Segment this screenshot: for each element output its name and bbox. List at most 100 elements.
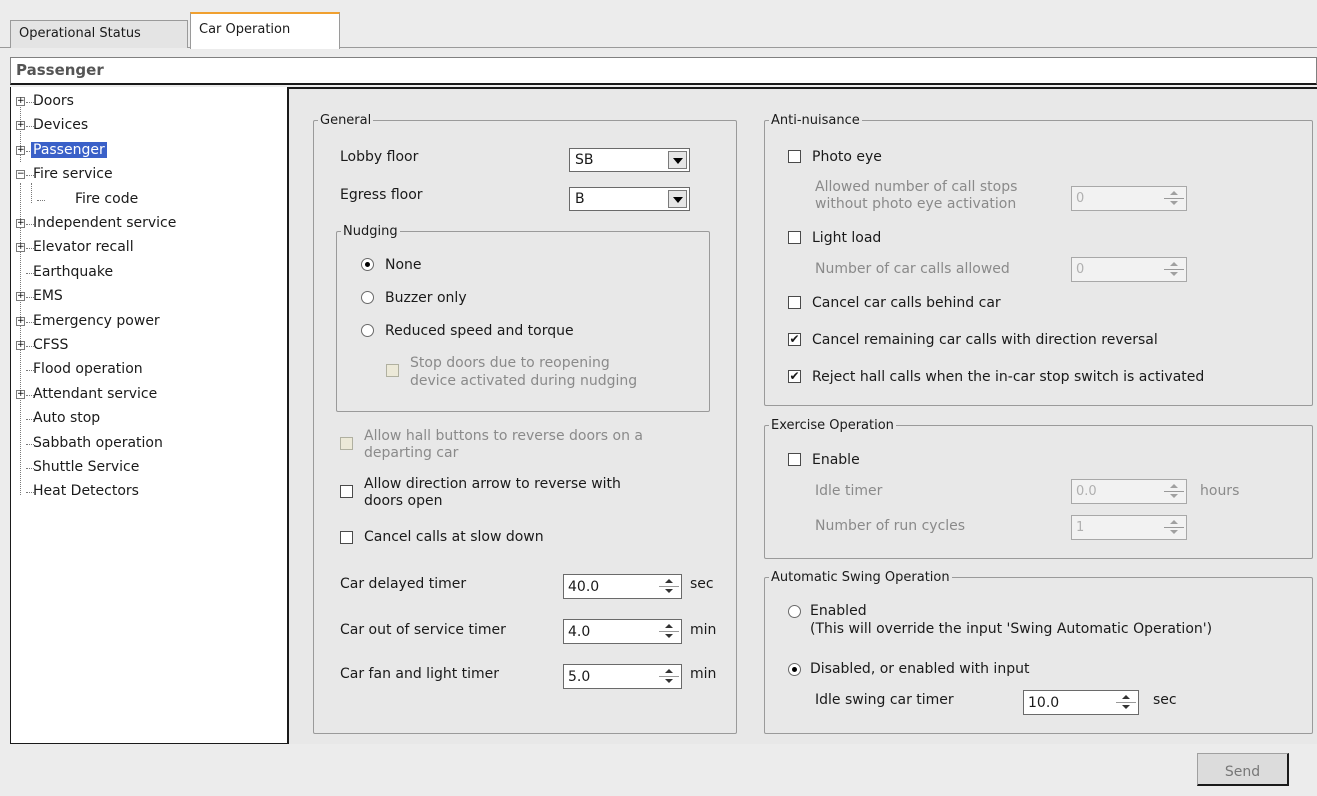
tab-car-operation[interactable]: Car Operation [190, 12, 340, 49]
spin-up-icon[interactable] [659, 622, 679, 631]
spin-up-icon[interactable] [659, 667, 679, 676]
spin-up-icon[interactable] [1164, 518, 1184, 527]
run-cycles-label: Number of run cycles [815, 518, 966, 534]
photo-eye-checkbox[interactable] [788, 150, 801, 163]
cancel-calls-slow-down-label: Cancel calls at slow down [364, 529, 544, 545]
run-cycles-input[interactable]: 1 [1071, 515, 1187, 540]
light-load-checkbox[interactable] [788, 231, 801, 244]
spin-up-icon[interactable] [1116, 693, 1136, 702]
spin-down-icon[interactable] [659, 632, 679, 641]
spin-down-icon[interactable] [1164, 199, 1184, 208]
egress-floor-select[interactable]: B [569, 187, 690, 211]
spin-down-icon[interactable] [1164, 270, 1184, 279]
swing-enabled-label[interactable]: Enabled [810, 603, 867, 619]
send-button[interactable]: Send [1197, 753, 1289, 786]
cancel-behind-checkbox[interactable] [788, 296, 801, 309]
egress-floor-label: Egress floor [340, 187, 423, 203]
spin-up-icon[interactable] [1164, 189, 1184, 198]
spin-up-icon[interactable] [659, 577, 679, 586]
car-out-of-service-timer-input[interactable]: 4.0 [563, 619, 682, 644]
idle-swing-timer-input[interactable]: 10.0 [1023, 690, 1139, 715]
egress-floor-value: B [575, 191, 585, 207]
cancel-calls-slow-down-checkbox[interactable] [340, 531, 353, 544]
car-delayed-timer-unit: sec [690, 576, 714, 592]
collapse-icon[interactable]: − [16, 170, 25, 180]
tree-item-label: Sabbath operation [33, 434, 163, 451]
expand-icon[interactable]: + [16, 292, 25, 302]
spin-down-icon[interactable] [1164, 492, 1184, 501]
tree-item-label: Heat Detectors [33, 483, 139, 500]
chevron-down-icon[interactable] [668, 151, 687, 169]
nudging-reduced-label[interactable]: Reduced speed and torque [385, 323, 574, 339]
expand-icon[interactable]: + [16, 389, 25, 399]
idle-timer-value: 0.0 [1076, 484, 1097, 499]
nudging-buzzer-radio[interactable] [361, 291, 374, 304]
run-cycles-value: 1 [1076, 520, 1085, 535]
tab-operational-status[interactable]: Operational Status [10, 20, 188, 48]
tree-item-label: Shuttle Service [33, 459, 140, 475]
spin-down-icon[interactable] [659, 677, 679, 686]
allow-direction-arrow-checkbox[interactable] [340, 485, 353, 498]
exercise-enable-checkbox[interactable] [788, 453, 801, 466]
stop-doors-checkbox[interactable] [386, 364, 399, 377]
spin-down-icon[interactable] [1116, 703, 1136, 712]
light-load-label: Light load [812, 230, 882, 246]
automatic-swing-legend: Automatic Swing Operation [771, 570, 950, 585]
idle-timer-input[interactable]: 0.0 [1071, 479, 1187, 504]
navigation-tree: + Doors + Devices + Passenger − Fire service Fir… [10, 87, 288, 744]
tree-item-label: Emergency power [33, 312, 160, 329]
allowed-stops-label-line1: Allowed number of call stops [815, 179, 1018, 195]
spin-down-icon[interactable] [1164, 528, 1184, 537]
nudging-buzzer-label[interactable]: Buzzer only [385, 290, 467, 306]
tree-item-label: Attendant service [33, 385, 158, 402]
spin-down-icon[interactable] [659, 587, 679, 596]
reject-hall-checkbox[interactable]: ✔ [788, 370, 801, 383]
allow-hall-buttons-line1: Allow hall buttons to reverse doors on a [364, 428, 643, 444]
car-calls-allowed-input[interactable]: 0 [1071, 257, 1187, 282]
page-title: Passenger [10, 57, 1317, 85]
swing-disabled-radio[interactable] [788, 663, 801, 676]
chevron-down-icon[interactable] [668, 190, 687, 208]
exercise-enable-label: Enable [812, 452, 860, 468]
car-delayed-timer-label: Car delayed timer [340, 576, 467, 592]
tree-connector [31, 183, 32, 203]
car-fan-light-timer-label: Car fan and light timer [340, 666, 500, 682]
nudging-none-label[interactable]: None [385, 257, 422, 273]
nudging-none-radio[interactable] [361, 258, 374, 271]
expand-icon[interactable]: + [16, 219, 25, 228]
car-out-of-service-timer-value: 4.0 [568, 624, 591, 640]
general-legend: General [320, 113, 372, 128]
spin-up-icon[interactable] [1164, 482, 1184, 491]
car-delayed-timer-input[interactable]: 40.0 [563, 574, 682, 599]
idle-swing-timer-value: 10.0 [1028, 695, 1060, 711]
car-fan-light-timer-input[interactable]: 5.0 [563, 664, 682, 689]
expand-icon[interactable]: + [16, 316, 25, 326]
car-calls-allowed-label: Number of car calls allowed [815, 261, 1010, 277]
expand-icon[interactable]: + [16, 341, 25, 350]
car-calls-allowed-value: 0 [1076, 262, 1085, 277]
car-delayed-timer-value: 40.0 [568, 579, 600, 595]
tree-item-label: Earthquake [33, 263, 114, 280]
idle-timer-label: Idle timer [815, 483, 883, 499]
tree-item-label: Independent service [33, 215, 177, 231]
tree-item-label: Doors [33, 93, 74, 109]
expand-icon[interactable]: + [16, 145, 25, 155]
swing-enabled-note: (This will override the input 'Swing Aut… [810, 621, 1213, 637]
photo-eye-label: Photo eye [812, 149, 882, 165]
swing-enabled-radio[interactable] [788, 605, 801, 618]
allow-hall-buttons-checkbox[interactable] [340, 437, 353, 450]
cancel-remaining-checkbox[interactable]: ✔ [788, 333, 801, 346]
tree-item-label: CFSS [33, 337, 69, 353]
swing-disabled-label[interactable]: Disabled, or enabled with input [810, 661, 1029, 677]
tree-item-label: Fire service [33, 166, 113, 183]
expand-icon[interactable]: + [16, 243, 25, 253]
allowed-stops-input[interactable]: 0 [1071, 186, 1187, 211]
idle-swing-timer-unit: sec [1153, 692, 1177, 708]
expand-icon[interactable]: + [16, 121, 25, 131]
allow-direction-arrow-line2: doors open [364, 493, 443, 509]
expand-icon[interactable]: + [16, 97, 25, 106]
spin-up-icon[interactable] [1164, 260, 1184, 269]
nudging-reduced-radio[interactable] [361, 324, 374, 337]
lobby-floor-select[interactable]: SB [569, 148, 690, 172]
nudging-legend: Nudging [343, 224, 398, 239]
